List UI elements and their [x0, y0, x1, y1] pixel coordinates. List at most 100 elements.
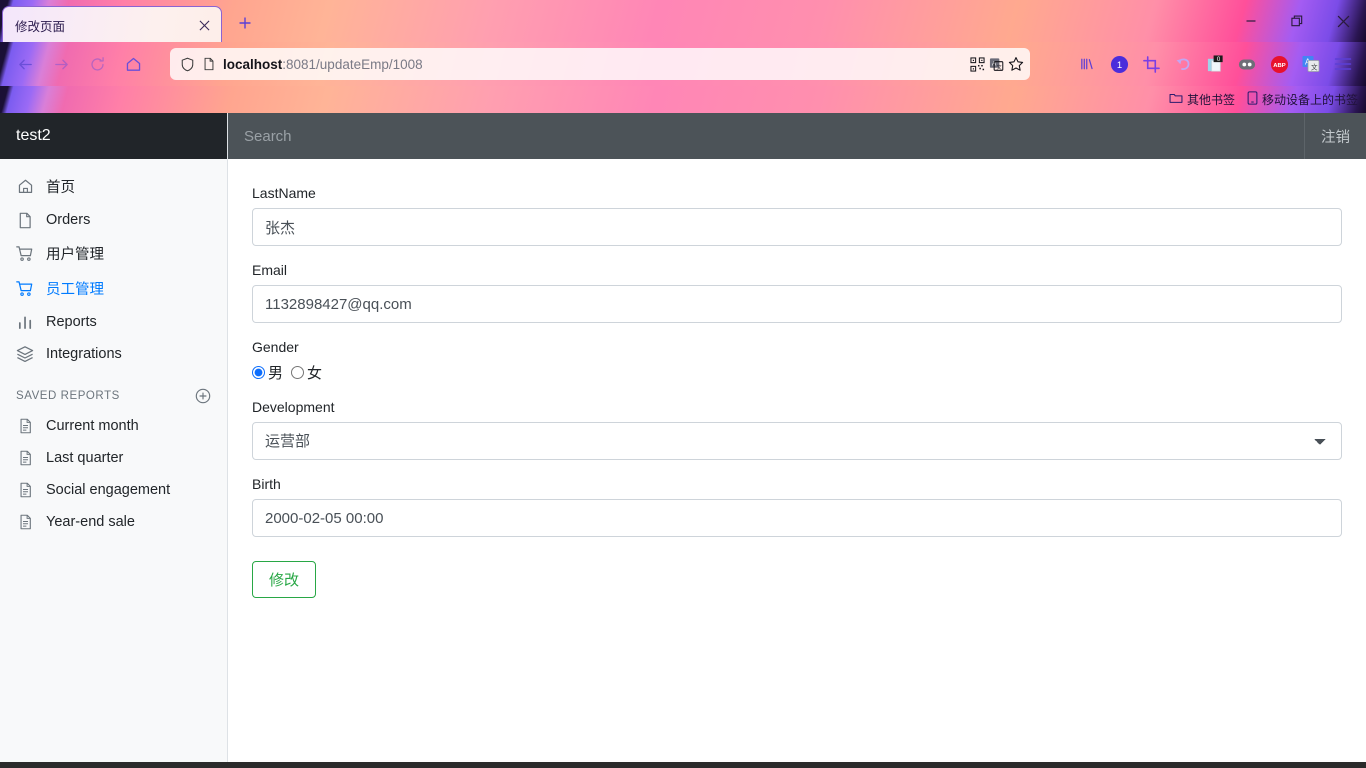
- bookmark-other[interactable]: 其他书签: [1169, 91, 1235, 108]
- page-icon: [202, 57, 216, 71]
- list-item-label: Current month: [46, 418, 139, 434]
- birth-label: Birth: [252, 476, 281, 492]
- gender-group: Gender 男 女: [252, 339, 1342, 383]
- address-bar[interactable]: localhost:8081/updateEmp/1008 A 文: [170, 48, 1030, 80]
- page-viewport: test2 首页 Orders 用户管理 员工管理 Reports Integr…: [0, 113, 1366, 762]
- list-item-label: Last quarter: [46, 450, 124, 466]
- bar-chart-icon: [16, 313, 34, 331]
- list-item[interactable]: Current month: [0, 410, 227, 442]
- saved-reports-list: Current month Last quarter Social engage…: [0, 410, 227, 538]
- svg-text:1: 1: [1116, 59, 1121, 70]
- close-icon[interactable]: [193, 15, 215, 37]
- home-icon[interactable]: [116, 47, 150, 81]
- forward-arrow-icon[interactable]: [44, 47, 78, 81]
- dual-circle-icon[interactable]: [1232, 49, 1262, 79]
- sidebar-item-label: 用户管理: [46, 247, 104, 263]
- notes-icon[interactable]: 0: [1200, 49, 1230, 79]
- list-item-label: Year-end sale: [46, 514, 135, 530]
- home-icon: [16, 178, 34, 196]
- email-group: Email: [252, 262, 1342, 323]
- brand-title[interactable]: test2: [0, 113, 227, 159]
- sidebar-item-home[interactable]: 首页: [0, 169, 227, 204]
- crop-icon[interactable]: [1136, 49, 1166, 79]
- bookmark-star-icon[interactable]: [1008, 56, 1024, 72]
- url-host: localhost: [223, 56, 283, 72]
- saved-reports-header: SAVED REPORTS: [0, 370, 227, 410]
- adblock-icon[interactable]: ABP: [1264, 49, 1294, 79]
- logout-link[interactable]: 注销: [1321, 126, 1350, 147]
- reload-icon[interactable]: [80, 47, 114, 81]
- sidebar-item-label: Reports: [46, 314, 97, 330]
- sidebar-item-user-management[interactable]: 用户管理: [0, 236, 227, 271]
- tab-strip: 修改页面: [0, 0, 1366, 44]
- gender-option-label: 男: [268, 365, 284, 382]
- new-tab-button[interactable]: [232, 10, 258, 36]
- maximize-icon[interactable]: [1274, 0, 1320, 42]
- undo-icon[interactable]: [1168, 49, 1198, 79]
- sidebar-nav: 首页 Orders 用户管理 员工管理 Reports Integrations: [0, 159, 227, 370]
- translate-extension-icon[interactable]: A 文: [1296, 49, 1326, 79]
- taskbar-strip: [0, 762, 1366, 768]
- list-item[interactable]: Year-end sale: [0, 506, 227, 538]
- minimize-icon[interactable]: [1228, 0, 1274, 42]
- gender-radio-female[interactable]: [291, 366, 305, 379]
- logout-container: 注销: [1304, 113, 1366, 159]
- gender-radio-row: 男 女: [252, 362, 1342, 383]
- lastname-group: LastName: [252, 185, 1342, 246]
- bookmark-label: 移动设备上的书签: [1261, 93, 1358, 107]
- sidebar-item-integrations[interactable]: Integrations: [0, 338, 227, 370]
- birth-input[interactable]: [252, 499, 1342, 537]
- list-item-label: Social engagement: [46, 482, 171, 498]
- window-close-icon[interactable]: [1320, 0, 1366, 42]
- development-label: Development: [252, 399, 335, 415]
- development-select[interactable]: 运营部: [252, 422, 1342, 460]
- cart-icon: [16, 245, 34, 263]
- menu-icon[interactable]: [1328, 49, 1358, 79]
- file-text-icon: [16, 481, 34, 499]
- counter-badge-icon[interactable]: 1: [1104, 49, 1134, 79]
- list-item[interactable]: Last quarter: [0, 442, 227, 474]
- main-content: 注销 LastName Email Gender: [228, 113, 1366, 762]
- svg-text:文: 文: [1311, 62, 1318, 71]
- plus-circle-icon[interactable]: [195, 388, 211, 404]
- birth-group: Birth: [252, 476, 1342, 537]
- employee-edit-form: LastName Email Gender 男: [228, 159, 1366, 762]
- email-input[interactable]: [252, 285, 1342, 323]
- sidebar-item-employee-management[interactable]: 员工管理: [0, 271, 227, 306]
- gender-radio-male[interactable]: [252, 366, 265, 379]
- layers-icon: [16, 345, 34, 363]
- lastname-label: LastName: [252, 185, 316, 201]
- development-group: Development 运营部: [252, 399, 1342, 460]
- qr-code-icon[interactable]: [970, 56, 985, 72]
- file-text-icon: [16, 417, 34, 435]
- back-arrow-icon[interactable]: [8, 47, 42, 81]
- library-icon[interactable]: [1072, 49, 1102, 79]
- sidebar-item-label: 首页: [46, 180, 75, 196]
- url-path: :8081/updateEmp/1008: [282, 56, 423, 72]
- bookmark-mobile[interactable]: 移动设备上的书签: [1247, 91, 1358, 108]
- translate-icon[interactable]: A 文: [989, 57, 1004, 72]
- mobile-icon: [1247, 91, 1258, 108]
- file-text-icon: [16, 513, 34, 531]
- svg-text:文: 文: [997, 62, 1002, 70]
- search-input[interactable]: [228, 127, 1304, 145]
- list-item[interactable]: Social engagement: [0, 474, 227, 506]
- svg-text:0: 0: [1216, 55, 1220, 62]
- sidebar-item-orders[interactable]: Orders: [0, 204, 227, 236]
- sidebar-item-reports[interactable]: Reports: [0, 306, 227, 338]
- sidebar-item-label: Orders: [46, 212, 91, 228]
- shield-icon: [180, 57, 195, 72]
- file-icon: [16, 211, 34, 229]
- address-bar-actions: A 文: [970, 56, 1024, 72]
- gender-option-female[interactable]: 女: [291, 362, 322, 383]
- window-controls: [1228, 0, 1366, 42]
- tab-title: 修改页面: [15, 20, 66, 34]
- browser-tab[interactable]: 修改页面: [2, 6, 222, 44]
- bookmark-label: 其他书签: [1186, 93, 1235, 107]
- browser-window: 修改页面 localhost:8081/updateEmp/1008 A 文 1…: [0, 0, 1366, 768]
- saved-reports-title: SAVED REPORTS: [16, 390, 120, 402]
- url-text: localhost:8081/updateEmp/1008: [223, 57, 963, 72]
- gender-option-male[interactable]: 男: [252, 362, 283, 383]
- lastname-input[interactable]: [252, 208, 1342, 246]
- submit-button[interactable]: 修改: [252, 561, 317, 598]
